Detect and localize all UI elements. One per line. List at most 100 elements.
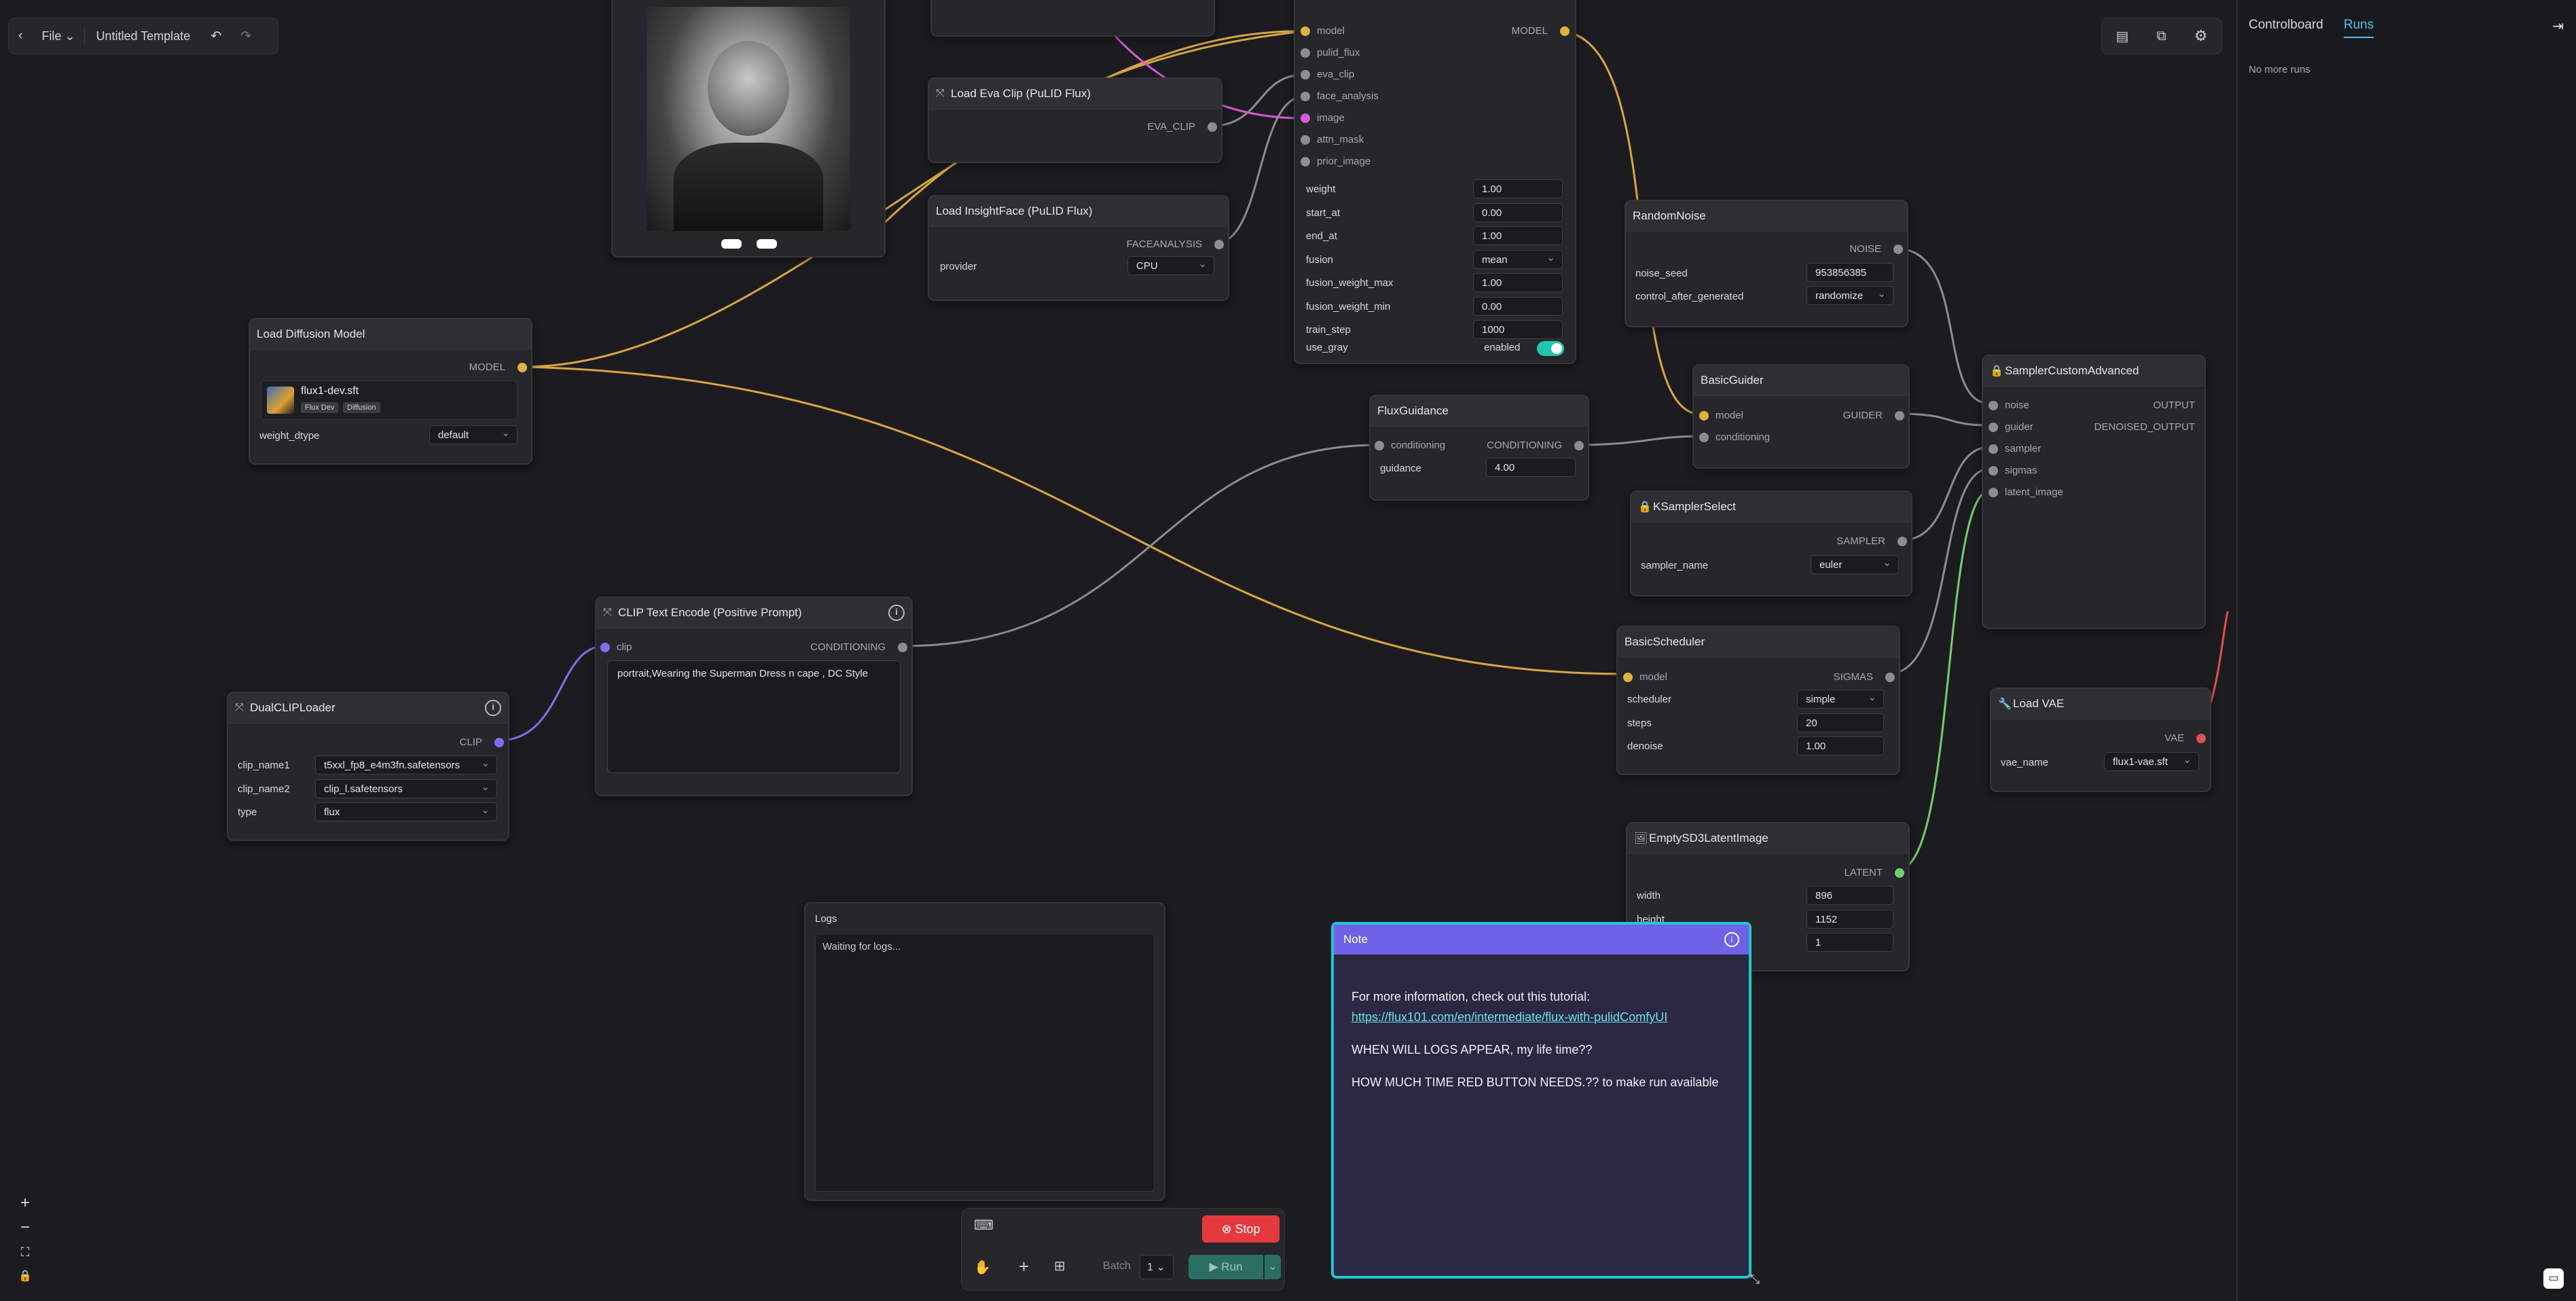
pan-hand-icon[interactable]: ✋	[974, 1259, 991, 1276]
fit-view-icon[interactable]: ⛶	[10, 1241, 41, 1264]
batch-select[interactable]: 1 ⌄	[1140, 1255, 1174, 1279]
load-image-node[interactable]	[611, 0, 886, 257]
input-socket[interactable]	[1301, 92, 1310, 101]
widget-field[interactable]: 896	[1807, 886, 1893, 905]
widget-field[interactable]: 1.00	[1473, 226, 1563, 245]
widget-field[interactable]: 20	[1797, 713, 1884, 732]
load-insightface-node[interactable]: Load InsightFace (PuLID Flux) FACEANALYS…	[928, 195, 1229, 301]
add-node-icon[interactable]: +	[1019, 1256, 1029, 1277]
prompt-textarea[interactable]: portrait,Wearing the Superman Dress n ca…	[607, 660, 901, 773]
chat-icon[interactable]: ▭	[2543, 1268, 2564, 1289]
widget-field[interactable]: 1.00	[1473, 179, 1563, 198]
clip-text-encode-node[interactable]: ⤧ CLIP Text Encode (Positive Prompt) i cli…	[595, 596, 913, 796]
workflow-canvas[interactable]: ⤧ Load Eva Clip (PuLID Flux) EVA_CLIP Loa…	[0, 0, 2236, 1301]
ksampler-select-node[interactable]: 🔒 KSamplerSelect SAMPLER sampler_name eul…	[1630, 491, 1912, 596]
node-header[interactable]: FluxGuidance	[1371, 396, 1588, 427]
widget-field[interactable]: 1152	[1807, 909, 1893, 929]
output-socket[interactable]	[1893, 245, 1903, 254]
node-header[interactable]: 🔒 KSamplerSelect	[1631, 492, 1911, 522]
input-socket[interactable]	[1375, 441, 1384, 450]
output-socket[interactable]	[1560, 26, 1570, 36]
widget-field[interactable]: 1	[1807, 933, 1893, 952]
run-button[interactable]: ▶ Run	[1189, 1255, 1263, 1279]
undo-icon[interactable]: ↶	[201, 29, 231, 44]
input-socket[interactable]	[1301, 70, 1310, 79]
templates-icon[interactable]: ▤	[2116, 28, 2129, 45]
output-socket[interactable]	[494, 738, 504, 747]
back-icon[interactable]: ‹	[9, 29, 32, 43]
widget-field[interactable]: 0.00	[1473, 296, 1563, 316]
apply-pulid-node[interactable]: MODEL use_gray enabled model pulid_flux ev…	[1294, 0, 1576, 364]
input-socket[interactable]	[1623, 673, 1633, 682]
widget-field[interactable]: simple	[1797, 690, 1884, 709]
provider-select[interactable]: CPU	[1127, 256, 1214, 275]
output-socket[interactable]	[898, 643, 907, 652]
flux-guidance-node[interactable]: FluxGuidance conditioning CONDITIONING g…	[1369, 395, 1589, 501]
image-nav-left-icon[interactable]	[721, 239, 742, 249]
widget-field[interactable]: 1000	[1473, 320, 1563, 339]
guidance-field[interactable]: 4.00	[1486, 458, 1576, 477]
input-socket-model[interactable]	[1699, 411, 1709, 421]
input-socket-conditioning[interactable]	[1699, 433, 1709, 442]
sampler-select[interactable]: euler	[1811, 555, 1899, 574]
input-socket[interactable]	[600, 643, 610, 652]
output-socket[interactable]	[2196, 734, 2206, 743]
image-nav-right-icon[interactable]	[757, 239, 777, 249]
collapse-panel-icon[interactable]: ⇥	[2552, 18, 2564, 35]
vae-select[interactable]: flux1-vae.sft	[2104, 752, 2199, 771]
file-menu[interactable]: File ⌄	[32, 29, 84, 43]
basic-scheduler-node[interactable]: BasicScheduler model SIGMAS scheduler sim…	[1616, 626, 1900, 775]
model-card[interactable]: flux1-dev.sft Flux Dev Diffusion	[261, 380, 518, 420]
input-socket[interactable]	[1989, 423, 1998, 432]
nodes-icon[interactable]: ⧉	[2156, 29, 2166, 44]
widget-field[interactable]: mean	[1473, 249, 1563, 269]
node-header[interactable]: 🔧 Load VAE	[1991, 689, 2210, 719]
node-header[interactable]: BasicScheduler	[1618, 627, 1899, 658]
layout-icon[interactable]: ⊞	[1054, 1258, 1066, 1275]
use-gray-toggle[interactable]	[1537, 341, 1564, 356]
tab-runs[interactable]: Runs	[2343, 18, 2374, 38]
node-header[interactable]: ⤧ Load Eva Clip (PuLID Flux)	[929, 79, 1221, 109]
terminal-icon[interactable]: ⌨	[974, 1217, 994, 1234]
gear-icon[interactable]: ⚙	[2194, 27, 2208, 45]
node-header[interactable]: RandomNoise	[1626, 201, 1907, 232]
random-noise-node[interactable]: RandomNoise NOISE noise_seed 953856385 c…	[1625, 200, 1908, 327]
output-socket[interactable]	[1895, 411, 1904, 421]
widget-field[interactable]: 1.00	[1473, 273, 1563, 292]
node-header[interactable]: ⤧ DualCLIPLoader i	[228, 693, 508, 724]
widget-field[interactable]: flux	[315, 802, 497, 821]
input-socket[interactable]	[1301, 135, 1310, 145]
tab-controlboard[interactable]: Controlboard	[2249, 18, 2323, 38]
input-socket[interactable]	[1989, 401, 1998, 410]
template-title[interactable]: Untitled Template	[85, 29, 201, 43]
input-socket[interactable]	[1989, 444, 1998, 454]
node-header[interactable]: 🖼 EmptySD3LatentImage	[1627, 823, 1908, 854]
node-header[interactable]: ⤧ CLIP Text Encode (Positive Prompt) i	[596, 598, 911, 628]
load-vae-node[interactable]: 🔧 Load VAE VAE vae_name flux1-vae.sft	[1990, 688, 2211, 792]
input-socket[interactable]	[1989, 466, 1998, 476]
output-socket[interactable]	[1214, 240, 1224, 249]
info-icon[interactable]: i	[485, 700, 501, 716]
node-collapse-icon[interactable]: ⤧	[936, 88, 951, 100]
output-socket[interactable]	[1208, 122, 1217, 132]
zoom-out-icon[interactable]: −	[10, 1216, 41, 1239]
zoom-in-icon[interactable]: +	[10, 1192, 41, 1215]
output-socket[interactable]	[518, 363, 527, 372]
note-node[interactable]: Note i For more information, check out th…	[1331, 922, 1760, 1286]
stop-button[interactable]: ⊗ Stop	[1202, 1215, 1280, 1243]
output-socket[interactable]	[1898, 537, 1907, 546]
input-socket[interactable]	[1989, 488, 1998, 497]
input-socket[interactable]	[1301, 113, 1310, 123]
sampler-custom-advanced-node[interactable]: 🔒 SamplerCustomAdvanced OUTPUT DENOISED_O…	[1982, 355, 2206, 629]
node-header[interactable]: Load Diffusion Model	[250, 319, 531, 350]
load-eva-clip-node[interactable]: ⤧ Load Eva Clip (PuLID Flux) EVA_CLIP	[928, 77, 1222, 163]
load-diffusion-model-node[interactable]: Load Diffusion Model MODEL flux1-dev.sft…	[249, 318, 532, 465]
logs-panel[interactable]: Logs Waiting for logs...	[804, 902, 1165, 1201]
widget-field[interactable]: clip_l.safetensors	[315, 779, 497, 798]
control-after-generated-select[interactable]: randomize	[1807, 286, 1893, 305]
widget-field[interactable]: t5xxl_fp8_e4m3fn.safetensors	[315, 755, 497, 774]
node-header[interactable]: BasicGuider	[1694, 366, 1908, 396]
node-collapse-icon[interactable]: ⤧	[603, 607, 618, 619]
info-icon[interactable]: i	[888, 605, 905, 621]
weight-dtype-select[interactable]: default	[429, 425, 518, 444]
